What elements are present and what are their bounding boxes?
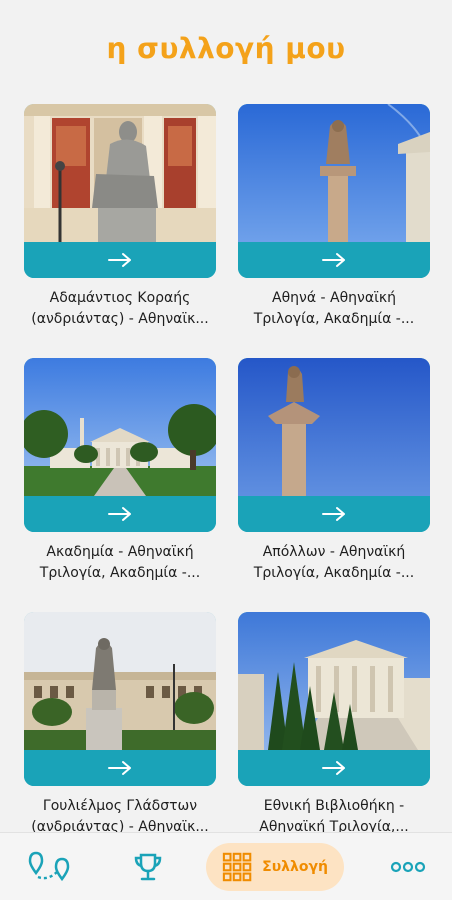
arrow-right-icon — [108, 761, 131, 775]
collection-card-gladstone[interactable] — [24, 612, 216, 786]
nav-map-button[interactable] — [22, 843, 74, 891]
card-caption-athena: Αθηνά - Αθηναϊκή Τριλογία, Ακαδημία -... — [253, 290, 415, 327]
open-arrow-bar[interactable] — [238, 242, 430, 278]
bottom-navigation: Συλλογή — [0, 832, 452, 900]
collection-card-academy[interactable] — [24, 358, 216, 532]
athena-statue-image — [238, 104, 430, 242]
national-library-image — [238, 612, 430, 750]
arrow-right-icon — [322, 507, 345, 521]
arrow-right-icon — [322, 761, 345, 775]
open-arrow-bar[interactable] — [238, 496, 430, 532]
nav-achievements-button[interactable] — [124, 843, 172, 891]
korais-statue-image — [24, 104, 216, 242]
collection-grid: Αδαμάντιος Κοραής (ανδριάντας) - Αθηναϊκ… — [0, 0, 452, 900]
collection-card-korais[interactable] — [24, 104, 216, 278]
open-arrow-bar[interactable] — [24, 242, 216, 278]
open-arrow-bar[interactable] — [24, 750, 216, 786]
collection-card-athena[interactable] — [238, 104, 430, 278]
arrow-right-icon — [322, 253, 345, 267]
nav-more-button[interactable] — [384, 843, 432, 891]
arrow-right-icon — [108, 507, 131, 521]
nav-collection-button[interactable]: Συλλογή — [206, 843, 344, 891]
gladstone-statue-image — [24, 612, 216, 750]
map-route-icon — [28, 851, 70, 882]
more-icon — [390, 861, 426, 873]
grid-icon — [222, 852, 252, 882]
arrow-right-icon — [108, 253, 131, 267]
collection-card-national-library[interactable] — [238, 612, 430, 786]
card-caption-academy: Ακαδημία - Αθηναϊκή Τριλογία, Ακαδημία -… — [39, 544, 201, 581]
nav-collection-label: Συλλογή — [262, 859, 328, 875]
card-caption-apollo: Απόλλων - Αθηναϊκή Τριλογία, Ακαδημία -.… — [253, 544, 415, 581]
academy-building-image — [24, 358, 216, 496]
trophy-icon — [134, 853, 162, 881]
collection-card-apollo[interactable] — [238, 358, 430, 532]
apollo-statue-image — [238, 358, 430, 496]
open-arrow-bar[interactable] — [238, 750, 430, 786]
open-arrow-bar[interactable] — [24, 496, 216, 532]
card-caption-korais: Αδαμάντιος Κοραής (ανδριάντας) - Αθηναϊκ… — [31, 290, 209, 327]
